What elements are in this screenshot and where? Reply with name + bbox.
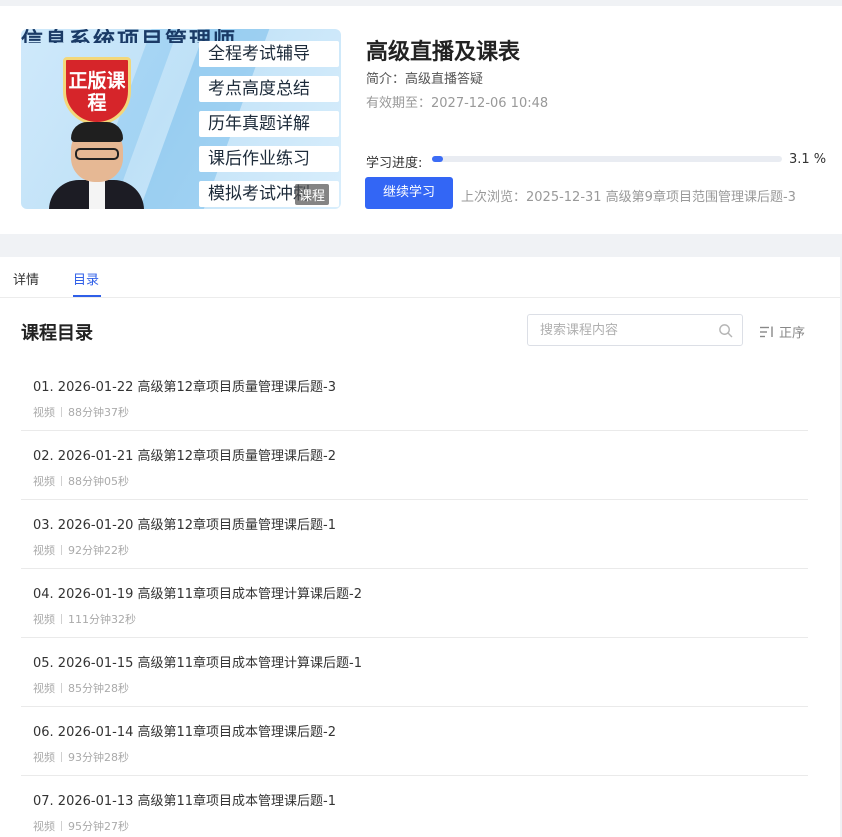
catalog-search-input[interactable] (528, 315, 708, 345)
lesson-meta: 视频 95分钟27秒 (33, 818, 808, 834)
lesson-item[interactable]: 06. 2026-01-14 高级第11章项目成本管理课后题-2 视频 93分钟2… (21, 707, 808, 776)
lesson-duration: 88分钟05秒 (68, 475, 129, 488)
lesson-duration: 92分钟22秒 (68, 544, 129, 557)
cover-teacher-photo (49, 122, 144, 209)
progress-value: 3.1 % (789, 152, 827, 167)
meta-divider (61, 614, 62, 624)
lesson-duration: 95分钟27秒 (68, 820, 129, 833)
lesson-title: 05. 2026-01-15 高级第11章项目成本管理计算课后题-1 (33, 656, 362, 671)
lesson-title: 02. 2026-01-21 高级第12章项目质量管理课后题-2 (33, 449, 336, 464)
lesson-duration: 111分钟32秒 (68, 613, 136, 626)
course-title: 高级直播及课表 (366, 40, 521, 65)
course-cover-image[interactable]: 信息系统项目管理师 正版课程 全程考试辅导 考点高度总结 历年真题详解 课后作业… (21, 29, 341, 209)
lesson-type: 视频 (33, 682, 55, 695)
search-icon[interactable] (718, 323, 733, 338)
lesson-duration: 93分钟28秒 (68, 751, 129, 764)
progress-bar-fill (432, 156, 443, 162)
course-expiry: 有效期至：2027-12-06 10:48 (366, 96, 549, 111)
sort-order-label: 正序 (779, 326, 806, 341)
last-browse-link[interactable]: 上次浏览：2025-12-31 高级第9章项目范围管理课后题-3 (461, 186, 796, 205)
lesson-title: 03. 2026-01-20 高级第12章项目质量管理课后题-1 (33, 518, 336, 533)
meta-divider (61, 683, 62, 693)
lesson-title: 07. 2026-01-13 高级第11章项目成本管理课后题-1 (33, 794, 336, 809)
lesson-type: 视频 (33, 751, 55, 764)
lesson-title: 04. 2026-01-19 高级第11章项目成本管理计算课后题-2 (33, 587, 362, 602)
lesson-meta: 视频 92分钟22秒 (33, 542, 808, 558)
lesson-title: 01. 2026-01-22 高级第12章项目质量管理课后题-3 (33, 380, 336, 395)
catalog-card: 详情 目录 课程目录 正序 01. 2026-01-22 高级第12章项目质量管… (0, 257, 840, 837)
sort-icon (760, 326, 773, 337)
progress-bar (432, 156, 782, 162)
lesson-title: 06. 2026-01-14 高级第11章项目成本管理课后题-2 (33, 725, 336, 740)
lesson-type: 视频 (33, 475, 55, 488)
continue-learning-button[interactable]: 继续学习 (365, 177, 453, 209)
tab-bar: 详情 目录 (0, 257, 840, 298)
lesson-item[interactable]: 05. 2026-01-15 高级第11章项目成本管理计算课后题-1 视频 85分… (21, 638, 808, 707)
meta-divider (61, 407, 62, 417)
lesson-item[interactable]: 04. 2026-01-19 高级第11章项目成本管理计算课后题-2 视频 111… (21, 569, 808, 638)
course-intro: 简介：高级直播答疑 (366, 72, 484, 87)
catalog-search (527, 314, 743, 346)
lesson-meta: 视频 88分钟05秒 (33, 473, 808, 489)
catalog-title: 课程目录 (21, 323, 93, 344)
lesson-duration: 88分钟37秒 (68, 406, 129, 419)
cover-feature: 历年真题详解 (199, 111, 339, 137)
lesson-type: 视频 (33, 544, 55, 557)
meta-divider (61, 821, 62, 831)
lesson-duration: 85分钟28秒 (68, 682, 129, 695)
tab-catalog[interactable]: 目录 (73, 269, 99, 288)
progress-label: 学习进度: (366, 156, 423, 171)
lesson-type: 视频 (33, 613, 55, 626)
lesson-meta: 视频 85分钟28秒 (33, 680, 808, 696)
active-tab-indicator (73, 295, 101, 297)
lesson-list: 01. 2026-01-22 高级第12章项目质量管理课后题-3 视频 88分钟3… (21, 362, 808, 837)
meta-divider (61, 752, 62, 762)
cover-feature: 全程考试辅导 (199, 41, 339, 67)
lesson-item[interactable]: 03. 2026-01-20 高级第12章项目质量管理课后题-1 视频 92分钟2… (21, 500, 808, 569)
cover-type-tag: 课程 (294, 184, 329, 205)
meta-divider (61, 545, 62, 555)
lesson-meta: 视频 93分钟28秒 (33, 749, 808, 765)
cover-genuine-badge: 正版课程 (63, 57, 131, 125)
lesson-meta: 视频 111分钟32秒 (33, 611, 808, 627)
lesson-meta: 视频 88分钟37秒 (33, 404, 808, 420)
lesson-item[interactable]: 02. 2026-01-21 高级第12章项目质量管理课后题-2 视频 88分钟0… (21, 431, 808, 500)
sort-order-button[interactable]: 正序 (760, 322, 805, 341)
course-header-card: 信息系统项目管理师 正版课程 全程考试辅导 考点高度总结 历年真题详解 课后作业… (0, 6, 842, 234)
cover-feature: 考点高度总结 (199, 76, 339, 102)
meta-divider (61, 476, 62, 486)
lesson-type: 视频 (33, 406, 55, 419)
lesson-type: 视频 (33, 820, 55, 833)
lesson-item[interactable]: 01. 2026-01-22 高级第12章项目质量管理课后题-3 视频 88分钟3… (21, 362, 808, 431)
lesson-item[interactable]: 07. 2026-01-13 高级第11章项目成本管理课后题-1 视频 95分钟2… (21, 776, 808, 837)
cover-feature: 课后作业练习 (199, 146, 339, 172)
tab-details[interactable]: 详情 (13, 269, 39, 288)
